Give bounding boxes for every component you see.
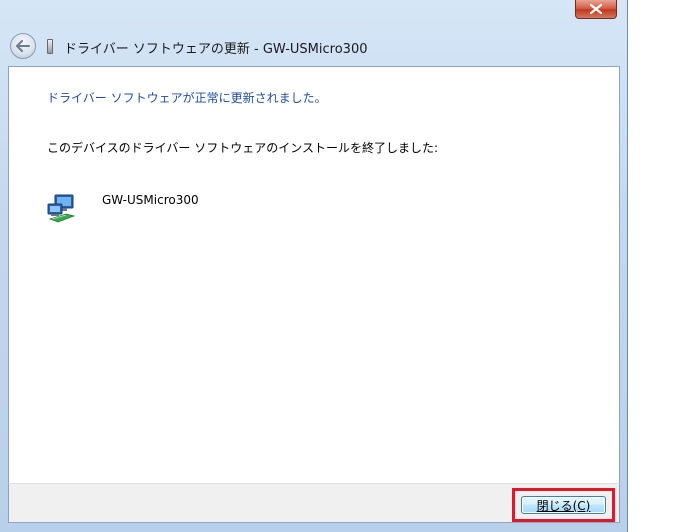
dialog-header: ドライバー ソフトウェアの更新 - GW-USMicro300 (8, 30, 620, 64)
success-heading: ドライバー ソフトウェアが正常に更新されました。 (47, 91, 327, 105)
content-panel: ドライバー ソフトウェアが正常に更新されました。 このデバイスのドライバー ソフ… (8, 66, 620, 483)
close-button[interactable]: 閉じる(C) (521, 496, 606, 514)
dialog-footer: 閉じる(C) (8, 483, 620, 523)
device-manager-icon (47, 39, 53, 54)
install-complete-message: このデバイスのドライバー ソフトウェアのインストールを終了しました: (47, 141, 439, 155)
close-icon (590, 4, 602, 14)
window-close-button[interactable] (575, 0, 617, 19)
device-name: GW-USMicro300 (102, 193, 199, 207)
window-title: ドライバー ソフトウェアの更新 - GW-USMicro300 (64, 42, 368, 57)
network-adapter-icon (46, 192, 78, 224)
close-button-highlight: 閉じる(C) (512, 488, 615, 522)
back-button[interactable] (10, 33, 36, 59)
dialog-window: ドライバー ソフトウェアの更新 - GW-USMicro300 ドライバー ソフ… (0, 0, 628, 532)
back-arrow-icon (16, 40, 30, 52)
